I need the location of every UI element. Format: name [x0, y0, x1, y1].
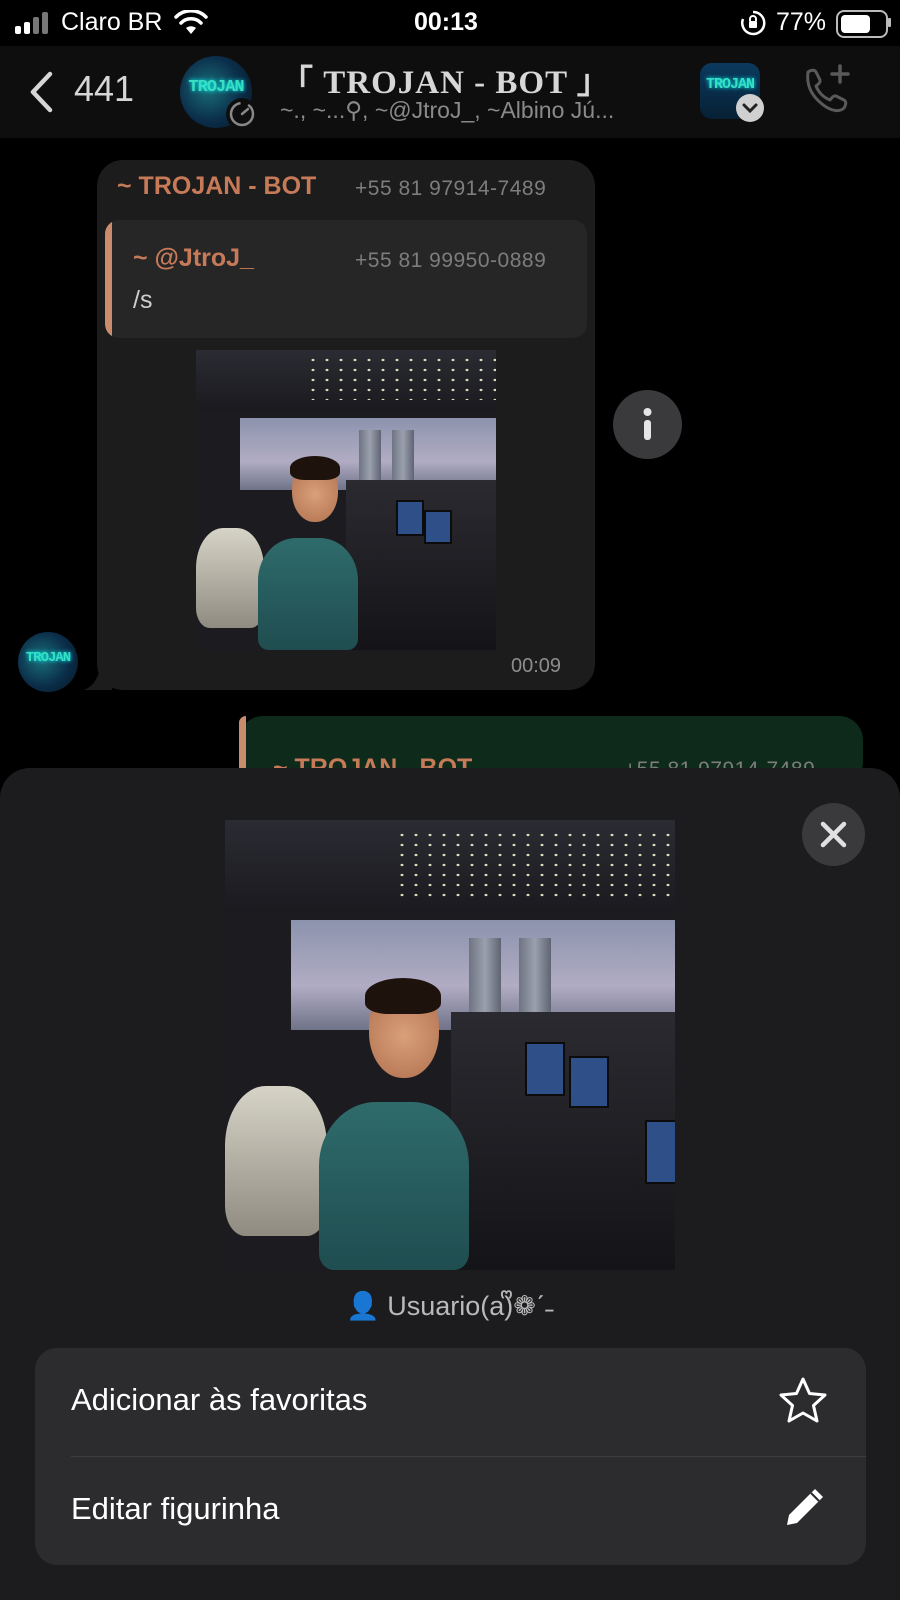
battery-icon [836, 10, 888, 38]
battery-percent: 77% [776, 8, 827, 36]
close-icon [820, 821, 847, 848]
quoted-text: /s [133, 286, 153, 314]
sticker-preview [225, 820, 675, 1270]
back-button[interactable]: 441 [22, 66, 142, 118]
status-bar: Claro BR 00:13 77% [0, 0, 900, 46]
pencil-icon [787, 1489, 823, 1525]
sticker-author: 👤 Usuario(a)ᩚ❁ˊ˗ [346, 1291, 554, 1321]
add-to-favorites-item[interactable]: Adicionar às favoritas [35, 1348, 866, 1457]
edit-sticker-label: Editar figurinha [71, 1491, 280, 1526]
group-members[interactable]: ~., ~...⚲, ~@JtroJ_, ~Albino Jú... [280, 97, 680, 124]
sticker-image[interactable] [196, 350, 496, 650]
sender-avatar[interactable]: TROJAN [18, 632, 78, 692]
quoted-sender-phone: +55 81 99950-0889 [355, 249, 547, 272]
carrier-label: Claro BR [61, 8, 163, 36]
clock: 00:13 [414, 8, 478, 36]
sticker-actions-menu: Adicionar às favoritas Editar figurinha [35, 1348, 866, 1565]
back-count: 441 [74, 68, 135, 109]
edit-sticker-item[interactable]: Editar figurinha [35, 1457, 866, 1565]
add-call-icon[interactable] [800, 64, 852, 114]
rotation-lock-icon [741, 10, 766, 36]
close-button[interactable] [802, 803, 865, 866]
quoted-message[interactable]: ~ @JtroJ_ +55 81 99950-0889 /s [105, 220, 587, 338]
message-time: 00:09 [511, 655, 562, 677]
add-to-favorites-label: Adicionar às favoritas [71, 1382, 368, 1417]
wifi-icon [174, 10, 208, 34]
bubble-tail [84, 662, 112, 690]
star-icon [779, 1377, 827, 1423]
disappearing-timer-icon [226, 98, 258, 130]
chat-header: 441 TROJAN 「 TROJAN - BOT 」 ~., ~...⚲, ~… [0, 46, 900, 138]
quoted-sender: ~ @JtroJ_ [133, 244, 254, 272]
info-icon [643, 408, 652, 440]
chevron-down-icon[interactable] [736, 94, 764, 122]
signal-icon [15, 12, 48, 34]
chevron-left-icon [30, 71, 53, 113]
message-sender-phone: +55 81 97914-7489 [355, 177, 547, 200]
info-button[interactable] [613, 390, 682, 459]
message-sender[interactable]: ~ TROJAN - BOT [117, 172, 316, 201]
group-title[interactable]: 「 TROJAN - BOT 」 [280, 55, 700, 103]
